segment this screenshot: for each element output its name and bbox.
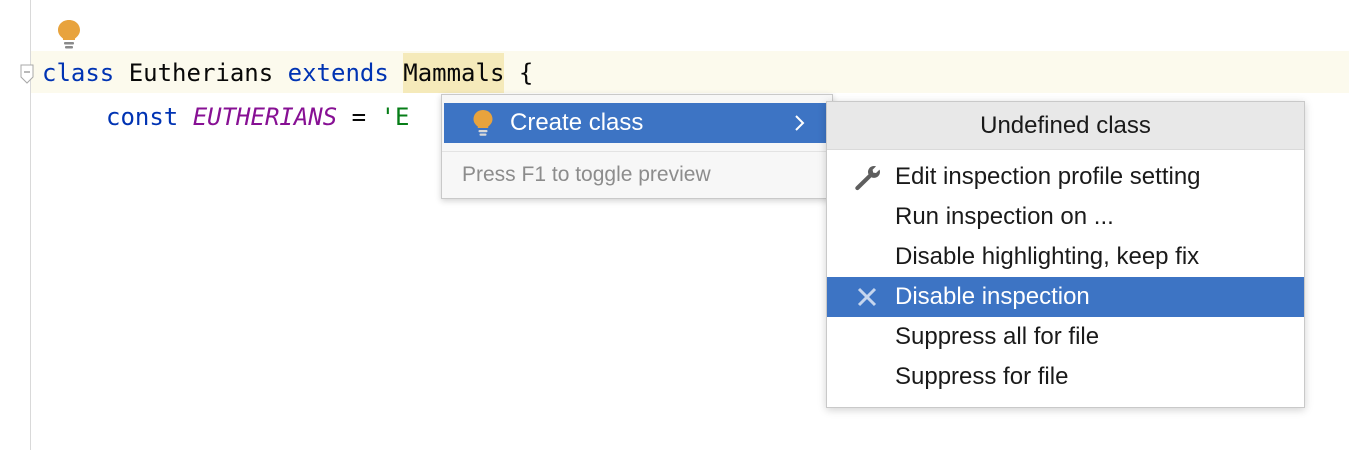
keyword-const: const — [106, 103, 179, 131]
open-brace: { — [504, 59, 534, 87]
keyword-extends: extends — [287, 59, 389, 87]
disable-highlighting-item[interactable]: Disable highlighting, keep fix — [827, 237, 1304, 277]
suppress-all-for-file-item[interactable]: Suppress all for file — [827, 317, 1304, 357]
toggle-preview-hint: Press F1 to toggle preview — [442, 151, 832, 197]
submenu-list: Edit inspection profile setting Run insp… — [827, 150, 1304, 397]
submenu-header: Undefined class — [827, 102, 1304, 150]
fold-marker-icon[interactable] — [20, 64, 34, 84]
item-label: Run inspection on ... — [895, 203, 1114, 230]
create-class-label: Create class — [510, 109, 644, 136]
item-label: Disable inspection — [895, 283, 1090, 310]
undefined-class-submenu: Undefined class Edit inspection profile … — [826, 101, 1305, 408]
create-class-action[interactable]: Create class — [444, 103, 830, 143]
edit-inspection-profile-item[interactable]: Edit inspection profile setting — [827, 157, 1304, 197]
item-label: Disable highlighting, keep fix — [895, 243, 1200, 270]
disable-inspection-item[interactable]: Disable inspection — [827, 277, 1304, 317]
item-label: Suppress for file — [895, 363, 1069, 390]
undefined-class-reference[interactable]: Mammals — [403, 53, 505, 93]
keyword-class: class — [42, 59, 115, 87]
close-icon — [857, 287, 877, 307]
lightbulb-icon[interactable] — [56, 18, 82, 50]
code-line-class-declaration[interactable]: class Eutherians extends Mammals { — [42, 53, 534, 93]
equals-sign: = — [337, 103, 381, 131]
code-line-const[interactable]: const EUTHERIANS = 'E — [106, 102, 409, 132]
item-label: Edit inspection profile setting — [895, 163, 1201, 190]
wrench-icon — [855, 166, 880, 191]
class-name: Eutherians — [114, 59, 288, 87]
run-inspection-item[interactable]: Run inspection on ... — [827, 197, 1304, 237]
lightbulb-icon — [473, 110, 493, 136]
constant-name: EUTHERIANS — [192, 103, 338, 131]
intention-actions-popup: Create class Press F1 to toggle preview — [441, 94, 833, 199]
suppress-for-file-item[interactable]: Suppress for file — [827, 357, 1304, 397]
string-literal: 'E — [380, 103, 410, 131]
item-label: Suppress all for file — [895, 323, 1100, 350]
chevron-right-icon — [795, 115, 805, 131]
